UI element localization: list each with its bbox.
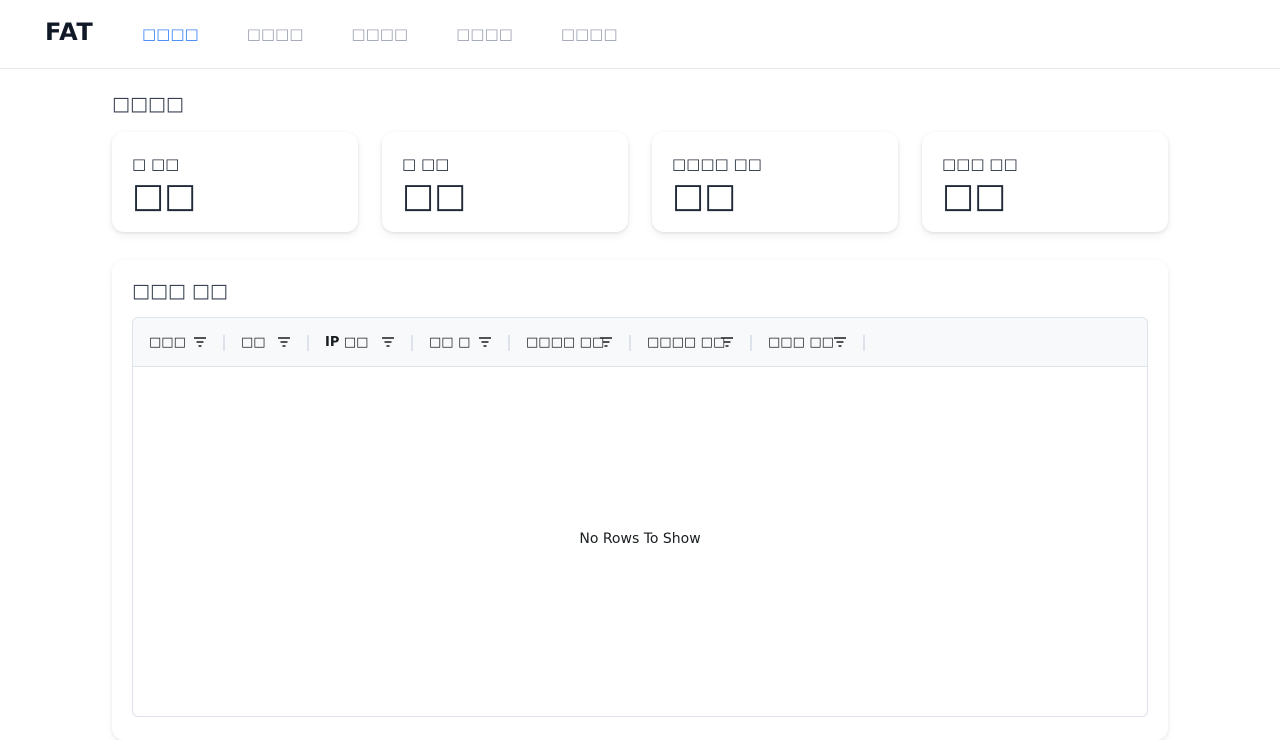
column-header-3[interactable]: IP □□: [309, 318, 413, 366]
table-panel-title: □□□ □□: [132, 280, 228, 302]
stat-label: □□□ □□: [942, 155, 1018, 173]
stat-label: □□□□ □□: [672, 155, 762, 173]
filter-icon[interactable]: [720, 335, 734, 349]
nav-item-5[interactable]: □□□□: [561, 24, 618, 44]
nav-item-4[interactable]: □□□□: [456, 24, 513, 44]
data-grid: □□□ □□ IP □□ □□ □ □□□□ □□ □□□□ □□ □□□ □□…: [132, 317, 1148, 717]
page-title: □□□□: [112, 93, 184, 115]
filter-icon[interactable]: [599, 335, 613, 349]
filter-icon[interactable]: [478, 335, 492, 349]
top-navigation-bar: FAT □□□□ □□□□ □□□□ □□□□ □□□□: [0, 0, 1280, 69]
table-panel: □□□ □□ □□□ □□ IP □□ □□ □ □□□□ □□ □□□□ □□…: [112, 260, 1168, 740]
nav-item-3[interactable]: □□□□: [351, 24, 408, 44]
stat-card-4: □□□ □□ □□: [922, 132, 1168, 232]
column-header-6[interactable]: □□□□ □□: [631, 318, 752, 366]
stat-label: □ □□: [402, 155, 450, 173]
filter-icon[interactable]: [193, 335, 207, 349]
filter-icon[interactable]: [381, 335, 395, 349]
nav-item-1[interactable]: □□□□: [142, 24, 199, 44]
column-label: □□□□ □□: [526, 334, 605, 350]
stat-value: □□: [942, 176, 1007, 216]
stat-card-2: □ □□ □□: [382, 132, 628, 232]
column-header-2[interactable]: □□: [225, 318, 309, 366]
stat-value: □□: [132, 176, 197, 216]
column-label: □□□□ □□: [647, 334, 726, 350]
empty-rows-message: No Rows To Show: [579, 531, 701, 547]
column-header-7[interactable]: □□□ □□: [752, 318, 865, 366]
column-header-1[interactable]: □□□: [133, 318, 225, 366]
column-label: □□ □: [429, 334, 471, 350]
grid-header: □□□ □□ IP □□ □□ □ □□□□ □□ □□□□ □□ □□□ □□: [133, 318, 1147, 367]
column-label: □□□: [149, 334, 186, 350]
nav-item-2[interactable]: □□□□: [247, 24, 304, 44]
column-label: □□: [241, 334, 266, 350]
stat-card-1: □ □□ □□: [112, 132, 358, 232]
column-header-4[interactable]: □□ □: [413, 318, 510, 366]
column-label: □□□ □□: [768, 334, 834, 350]
stat-card-3: □□□□ □□ □□: [652, 132, 898, 232]
brand-logo[interactable]: FAT: [45, 18, 93, 46]
filter-icon[interactable]: [833, 335, 847, 349]
column-header-5[interactable]: □□□□ □□: [510, 318, 631, 366]
column-label: IP □□: [325, 334, 369, 350]
stat-value: □□: [402, 176, 467, 216]
main-nav: □□□□ □□□□ □□□□ □□□□ □□□□: [142, 24, 666, 44]
filter-icon[interactable]: [277, 335, 291, 349]
stat-value: □□: [672, 176, 737, 216]
grid-body: No Rows To Show: [133, 367, 1147, 716]
stat-label: □ □□: [132, 155, 180, 173]
